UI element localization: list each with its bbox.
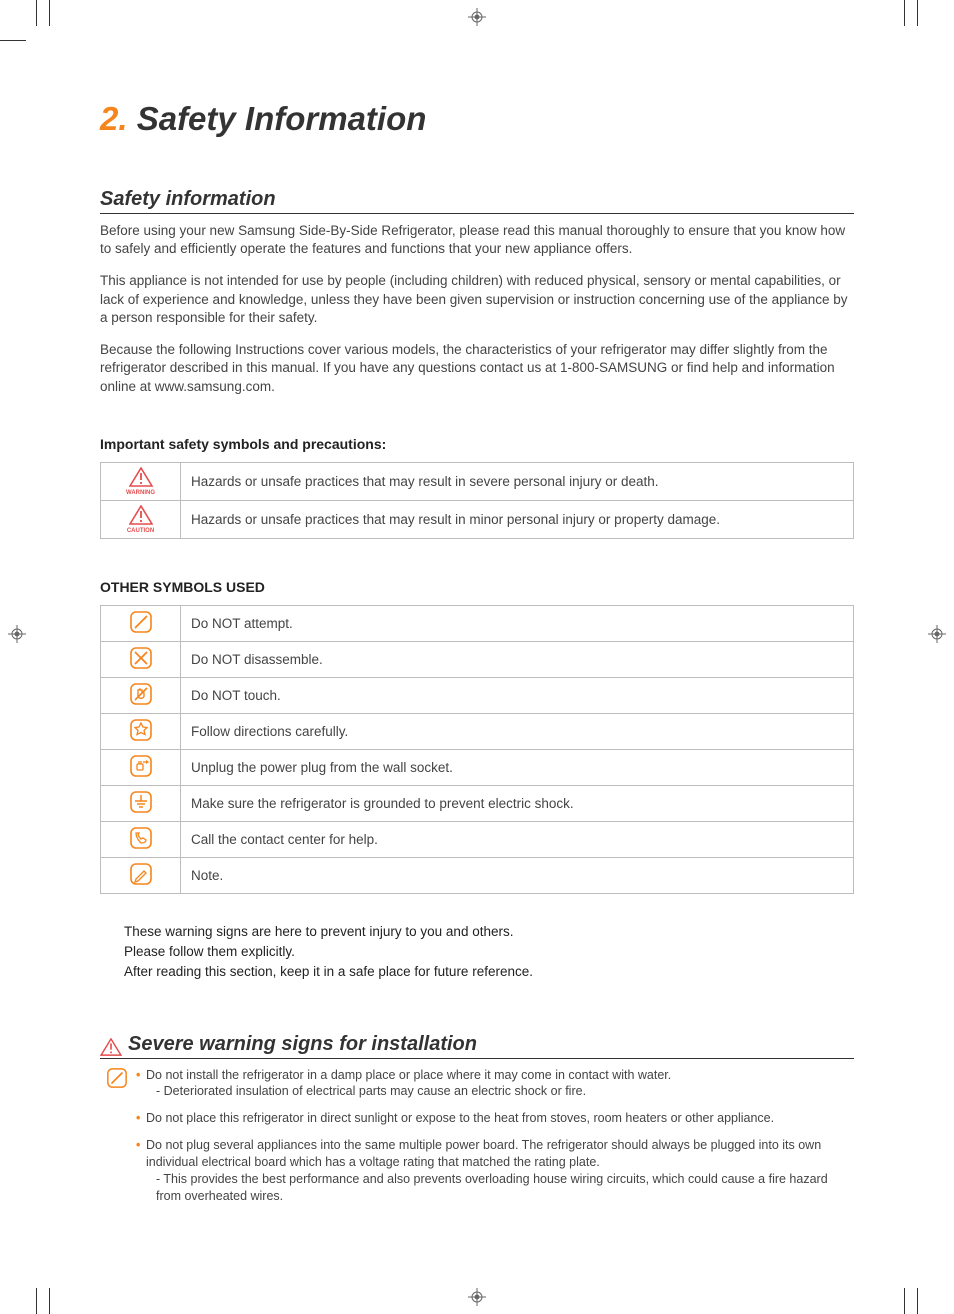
warning-triangle-icon bbox=[129, 467, 153, 487]
severe-warning-section-header: Severe warning signs for installation bbox=[100, 1033, 854, 1059]
table-row: Do NOT disassemble. bbox=[101, 641, 854, 677]
registration-mark-top bbox=[468, 8, 486, 26]
symbol-desc: Unplug the power plug from the wall sock… bbox=[181, 749, 854, 785]
caution-description: Hazards or unsafe practices that may res… bbox=[181, 500, 854, 538]
symbol-desc: Follow directions carefully. bbox=[181, 713, 854, 749]
symbol-desc: Note. bbox=[181, 857, 854, 893]
bullet-text: Do not plug several appliances into the … bbox=[146, 1138, 821, 1169]
bullet-dot: • bbox=[136, 1110, 140, 1127]
table-row: WARNING Hazards or unsafe practices that… bbox=[101, 462, 854, 500]
other-symbols-heading: OTHER SYMBOLS USED bbox=[100, 579, 854, 595]
intro-paragraph-1: Before using your new Samsung Side-By-Si… bbox=[100, 222, 854, 258]
crop-mark bbox=[904, 0, 918, 26]
note-line-3: After reading this section, keep it in a… bbox=[124, 962, 854, 982]
caution-symbol-cell: CAUTION bbox=[101, 500, 181, 538]
note-line-2: Please follow them explicitly. bbox=[124, 942, 854, 962]
symbol-desc: Do NOT attempt. bbox=[181, 605, 854, 641]
table-row: Unplug the power plug from the wall sock… bbox=[101, 749, 854, 785]
installation-warnings-list: • Do not install the refrigerator in a d… bbox=[136, 1067, 854, 1205]
table-row: Follow directions carefully. bbox=[101, 713, 854, 749]
bullet-text: Do not place this refrigerator in direct… bbox=[146, 1111, 774, 1125]
table-row: Do NOT touch. bbox=[101, 677, 854, 713]
no-attempt-icon bbox=[129, 622, 153, 637]
caution-triangle-icon bbox=[129, 505, 153, 525]
registration-mark-left bbox=[8, 625, 26, 648]
symbol-desc: Do NOT disassemble. bbox=[181, 641, 854, 677]
list-item: • Do not install the refrigerator in a d… bbox=[136, 1067, 854, 1101]
note-icon bbox=[129, 874, 153, 889]
table-row: Call the contact center for help. bbox=[101, 821, 854, 857]
bullet-sub: - Deteriorated insulation of electrical … bbox=[156, 1083, 854, 1100]
crop-mark bbox=[904, 1288, 918, 1314]
no-touch-icon bbox=[129, 694, 153, 709]
no-attempt-icon bbox=[106, 1067, 128, 1094]
chapter-title: 2. Safety Information bbox=[100, 100, 854, 138]
bullet-dot: • bbox=[136, 1067, 140, 1084]
intro-paragraph-3: Because the following Instructions cover… bbox=[100, 341, 854, 396]
warning-symbol-cell: WARNING bbox=[101, 462, 181, 500]
table-row: Make sure the refrigerator is grounded t… bbox=[101, 785, 854, 821]
warning-label: WARNING bbox=[107, 490, 174, 496]
warning-triangle-icon bbox=[100, 1038, 122, 1056]
list-item: • Do not place this refrigerator in dire… bbox=[136, 1110, 854, 1127]
unplug-icon bbox=[129, 766, 153, 781]
list-item: • Do not plug several appliances into th… bbox=[136, 1137, 854, 1205]
caution-label: CAUTION bbox=[107, 528, 174, 534]
symbol-desc: Make sure the refrigerator is grounded t… bbox=[181, 785, 854, 821]
table-row: CAUTION Hazards or unsafe practices that… bbox=[101, 500, 854, 538]
chapter-number: 2. bbox=[100, 100, 128, 137]
symbol-desc: Do NOT touch. bbox=[181, 677, 854, 713]
other-symbols-table: Do NOT attempt. Do NOT disassemble. Do N… bbox=[100, 605, 854, 894]
symbol-desc: Call the contact center for help. bbox=[181, 821, 854, 857]
ground-icon bbox=[129, 802, 153, 817]
registration-mark-right bbox=[928, 625, 946, 648]
contact-center-icon bbox=[129, 838, 153, 853]
crop-mark bbox=[0, 40, 26, 54]
intro-paragraph-2: This appliance is not intended for use b… bbox=[100, 272, 854, 327]
crop-mark bbox=[36, 0, 50, 26]
follow-directions-icon bbox=[129, 730, 153, 745]
registration-mark-bottom bbox=[468, 1288, 486, 1306]
crop-mark bbox=[36, 1288, 50, 1314]
table-row: Do NOT attempt. bbox=[101, 605, 854, 641]
table-row: Note. bbox=[101, 857, 854, 893]
warning-note-block: These warning signs are here to prevent … bbox=[124, 922, 854, 983]
chapter-title-text: Safety Information bbox=[137, 100, 427, 137]
section-title-safety-info: Safety information bbox=[100, 188, 854, 214]
bullet-sub: - This provides the best performance and… bbox=[156, 1171, 854, 1205]
note-line-1: These warning signs are here to prevent … bbox=[124, 922, 854, 942]
no-disassemble-icon bbox=[129, 658, 153, 673]
section-title-severe-warning: Severe warning signs for installation bbox=[128, 1033, 477, 1056]
safety-symbols-table: WARNING Hazards or unsafe practices that… bbox=[100, 462, 854, 539]
bullet-text: Do not install the refrigerator in a dam… bbox=[146, 1068, 671, 1082]
warning-description: Hazards or unsafe practices that may res… bbox=[181, 462, 854, 500]
symbols-precautions-heading: Important safety symbols and precautions… bbox=[100, 436, 854, 452]
bullet-dot: • bbox=[136, 1137, 140, 1154]
